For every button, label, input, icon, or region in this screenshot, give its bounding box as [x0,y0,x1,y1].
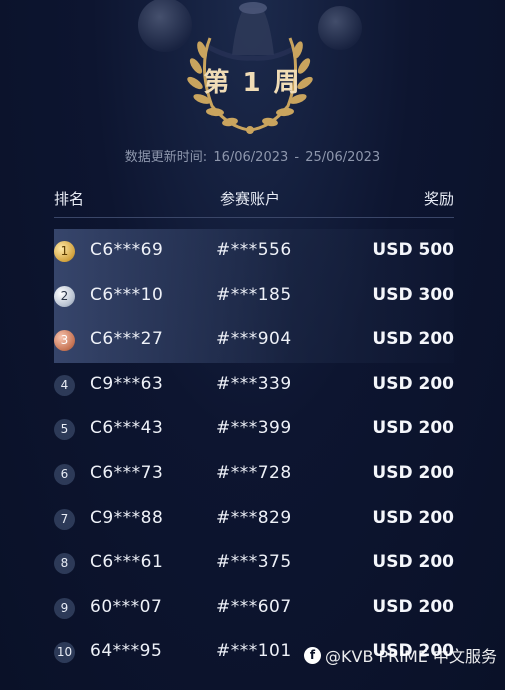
leaderboard-list: 1 C6***69 #***556 USD 500 2 C6***10 #***… [54,229,454,675]
participant-account: #***101 [216,641,292,662]
table-row: 1 C6***69 #***556 USD 500 [54,229,454,274]
rank-badge: 10 [54,642,75,664]
reward-amount: USD 200 [372,329,454,350]
facebook-icon: f [304,646,321,664]
participant-account: #***728 [216,462,292,483]
week-title: 第 1 周 [203,68,302,98]
date-from: 16/06/2023 [213,150,289,165]
rank-badge: 8 [54,553,75,575]
participant-account: #***904 [216,329,292,350]
watermark-text: @KVB PRIME 中文服务 [325,647,497,666]
date-separator: - [294,150,300,165]
source-watermark: f @KVB PRIME 中文服务 [304,643,497,667]
table-row: 5 C6***43 #***399 USD 200 [54,407,454,452]
participant-account: #***185 [216,284,292,305]
table-row: 7 C9***88 #***829 USD 200 [54,497,454,542]
participant-name: C6***43 [90,418,164,439]
date-to: 25/06/2023 [305,150,381,165]
rank-badge-gold: 1 [54,241,75,262]
rank-badge: 4 [54,374,75,396]
participant-name: C6***69 [90,240,164,260]
table-header: 排名 参赛账户 奖励 [54,188,454,216]
reward-amount: USD 300 [372,284,454,305]
participant-name: C9***88 [90,507,164,528]
reward-amount: USD 500 [372,240,454,260]
reward-amount: USD 200 [372,596,454,617]
rank-badge-bronze: 3 [54,330,75,352]
table-row: 2 C6***10 #***185 USD 300 [54,273,454,319]
reward-amount: USD 200 [372,552,454,573]
table-row: 3 C6***27 #***904 USD 200 [54,318,454,363]
participant-name: C6***10 [90,284,164,305]
reward-amount: USD 200 [372,418,454,439]
reward-amount: USD 200 [372,462,454,483]
participant-name: C6***27 [90,329,164,350]
rank-badge: 6 [54,463,75,485]
column-header-rank: 排名 [54,190,85,208]
table-row: 6 C6***73 #***728 USD 200 [54,452,454,497]
participant-name: C6***73 [90,462,164,483]
rank-badge: 9 [54,597,75,619]
participant-name: 64***95 [90,641,163,662]
participant-name: C9***63 [90,373,164,394]
column-header-account: 参赛账户 [220,190,281,208]
update-time: 数据更新时间: 16/06/2023 - 25/06/2023 [0,146,505,165]
participant-account: #***607 [216,596,292,617]
update-label: 数据更新时间: [124,150,208,165]
table-row: 9 60***07 #***607 USD 200 [54,586,454,631]
participant-name: C6***61 [90,552,164,573]
participant-account: #***339 [216,373,292,394]
table-row: 8 C6***61 #***375 USD 200 [54,541,454,586]
column-header-reward: 奖励 [423,190,454,208]
participant-account: #***829 [216,507,292,528]
participant-account: #***375 [216,552,292,573]
table-row: 4 C9***63 #***339 USD 200 [54,363,454,408]
participant-account: #***556 [216,240,292,260]
reward-amount: USD 200 [372,507,454,528]
rank-badge: 5 [54,419,75,441]
participant-account: #***399 [216,418,292,439]
header-divider [54,217,454,218]
rank-badge: 7 [54,508,75,530]
reward-amount: USD 200 [372,373,454,394]
participant-name: 60***07 [90,596,163,617]
rank-badge-silver: 2 [54,285,75,307]
